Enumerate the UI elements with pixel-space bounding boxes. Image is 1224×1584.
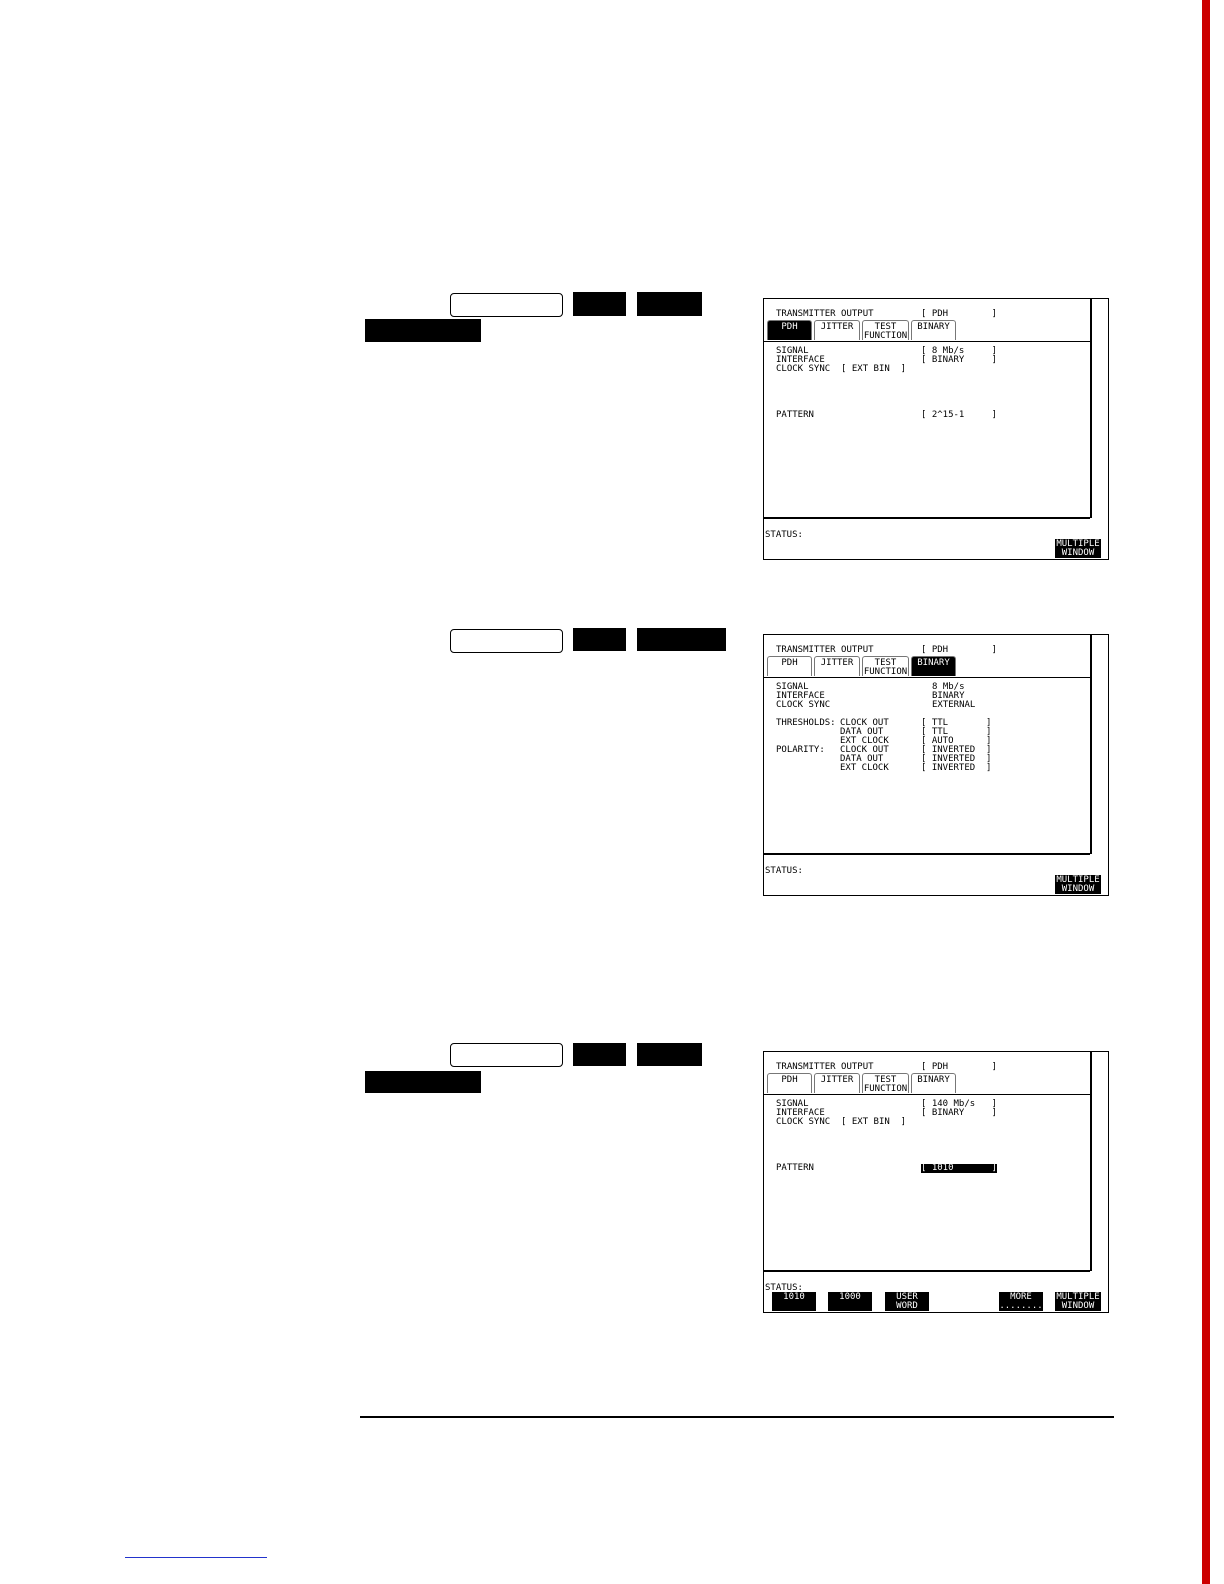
- screen-title-label: TRANSMITTER OUTPUT: [776, 1062, 874, 1072]
- softkey-multiple-window[interactable]: MULTIPLE WINDOW: [1055, 539, 1101, 558]
- screen-title-value[interactable]: [ PDH ]: [921, 310, 997, 319]
- softkey-1010[interactable]: 1010: [772, 1292, 816, 1311]
- tab-baseline: [764, 1094, 1090, 1095]
- screen-title-value[interactable]: [ PDH ]: [921, 1063, 997, 1072]
- tab-binary[interactable]: BINARY: [911, 320, 956, 340]
- tab-test-function[interactable]: TEST FUNCTION: [862, 656, 909, 677]
- softkey-more[interactable]: MORE ........: [999, 1292, 1043, 1311]
- front-panel-key-outline[interactable]: [450, 629, 563, 653]
- status-divider: [764, 1270, 1090, 1272]
- tab-jitter[interactable]: JITTER: [814, 656, 860, 676]
- footer-rule: [360, 1416, 1114, 1418]
- tab-pdh[interactable]: PDH: [767, 1073, 812, 1093]
- polarity-ext-clock-label: EXT CLOCK: [840, 763, 889, 773]
- instrument-screen-binary: TRANSMITTER OUTPUT [ PDH ] PDH JITTER TE…: [763, 634, 1109, 896]
- thresholds-label: THRESHOLDS:: [776, 718, 836, 728]
- status-label: STATUS:: [765, 530, 803, 540]
- front-panel-key-dark[interactable]: [573, 292, 626, 316]
- front-panel-key-dark-wide[interactable]: [365, 319, 481, 342]
- clock-sync-field[interactable]: CLOCK SYNC [ EXT BIN ]: [776, 365, 906, 374]
- screen-title-value[interactable]: [ PDH ]: [921, 646, 997, 655]
- clock-sync-label: CLOCK SYNC: [776, 700, 831, 710]
- instrument-screen-pattern-select: TRANSMITTER OUTPUT [ PDH ] PDH JITTER TE…: [763, 1051, 1109, 1313]
- screen-scrollbar[interactable]: [1090, 635, 1092, 854]
- pattern-label: PATTERN: [776, 410, 814, 420]
- front-panel-key-dark[interactable]: [573, 1043, 626, 1066]
- tab-binary[interactable]: BINARY: [911, 1073, 956, 1093]
- tab-pdh[interactable]: PDH: [767, 656, 812, 676]
- status-label: STATUS:: [765, 866, 803, 876]
- status-divider: [764, 853, 1090, 855]
- screen-scrollbar[interactable]: [1090, 299, 1092, 518]
- screen-title-label: TRANSMITTER OUTPUT: [776, 645, 874, 655]
- footer-link-underline[interactable]: [125, 1557, 267, 1558]
- page-edge-marker: [1202, 0, 1210, 1584]
- interface-value[interactable]: [ BINARY ]: [921, 356, 997, 365]
- pattern-label: PATTERN: [776, 1163, 814, 1173]
- tab-baseline: [764, 677, 1090, 678]
- tab-jitter[interactable]: JITTER: [814, 320, 860, 340]
- tab-pdh[interactable]: PDH: [767, 320, 812, 340]
- tab-test-function[interactable]: TEST FUNCTION: [862, 1073, 909, 1094]
- front-panel-key-outline[interactable]: [450, 293, 563, 317]
- polarity-label: POLARITY:: [776, 745, 825, 755]
- softkey-multiple-window[interactable]: MULTIPLE WINDOW: [1055, 1292, 1101, 1311]
- pattern-value[interactable]: [ 2^15-1 ]: [921, 411, 997, 420]
- softkey-user-word[interactable]: USER WORD: [885, 1292, 929, 1311]
- tab-baseline: [764, 341, 1090, 342]
- polarity-ext-clock-value[interactable]: [ INVERTED ]: [921, 764, 991, 773]
- front-panel-key-dark[interactable]: [637, 292, 702, 316]
- screen-scrollbar[interactable]: [1090, 1052, 1092, 1271]
- interface-value[interactable]: [ BINARY ]: [921, 1109, 997, 1118]
- softkey-multiple-window[interactable]: MULTIPLE WINDOW: [1055, 875, 1101, 894]
- front-panel-key-dark-wide[interactable]: [365, 1071, 481, 1093]
- tab-binary[interactable]: BINARY: [911, 656, 956, 676]
- clock-sync-value: EXTERNAL: [932, 700, 976, 710]
- softkey-1000[interactable]: 1000: [828, 1292, 872, 1311]
- front-panel-key-dark-wide[interactable]: [637, 628, 726, 651]
- clock-sync-field[interactable]: CLOCK SYNC [ EXT BIN ]: [776, 1118, 906, 1127]
- front-panel-key-dark[interactable]: [637, 1043, 702, 1066]
- tab-test-function[interactable]: TEST FUNCTION: [862, 320, 909, 341]
- front-panel-key-outline[interactable]: [450, 1043, 563, 1067]
- pattern-value-selected[interactable]: [ 1010 ]: [921, 1164, 997, 1173]
- instrument-screen-pdh: TRANSMITTER OUTPUT [ PDH ] PDH JITTER TE…: [763, 298, 1109, 560]
- screen-title-label: TRANSMITTER OUTPUT: [776, 309, 874, 319]
- front-panel-key-dark[interactable]: [573, 628, 626, 651]
- status-divider: [764, 517, 1090, 519]
- tab-jitter[interactable]: JITTER: [814, 1073, 860, 1093]
